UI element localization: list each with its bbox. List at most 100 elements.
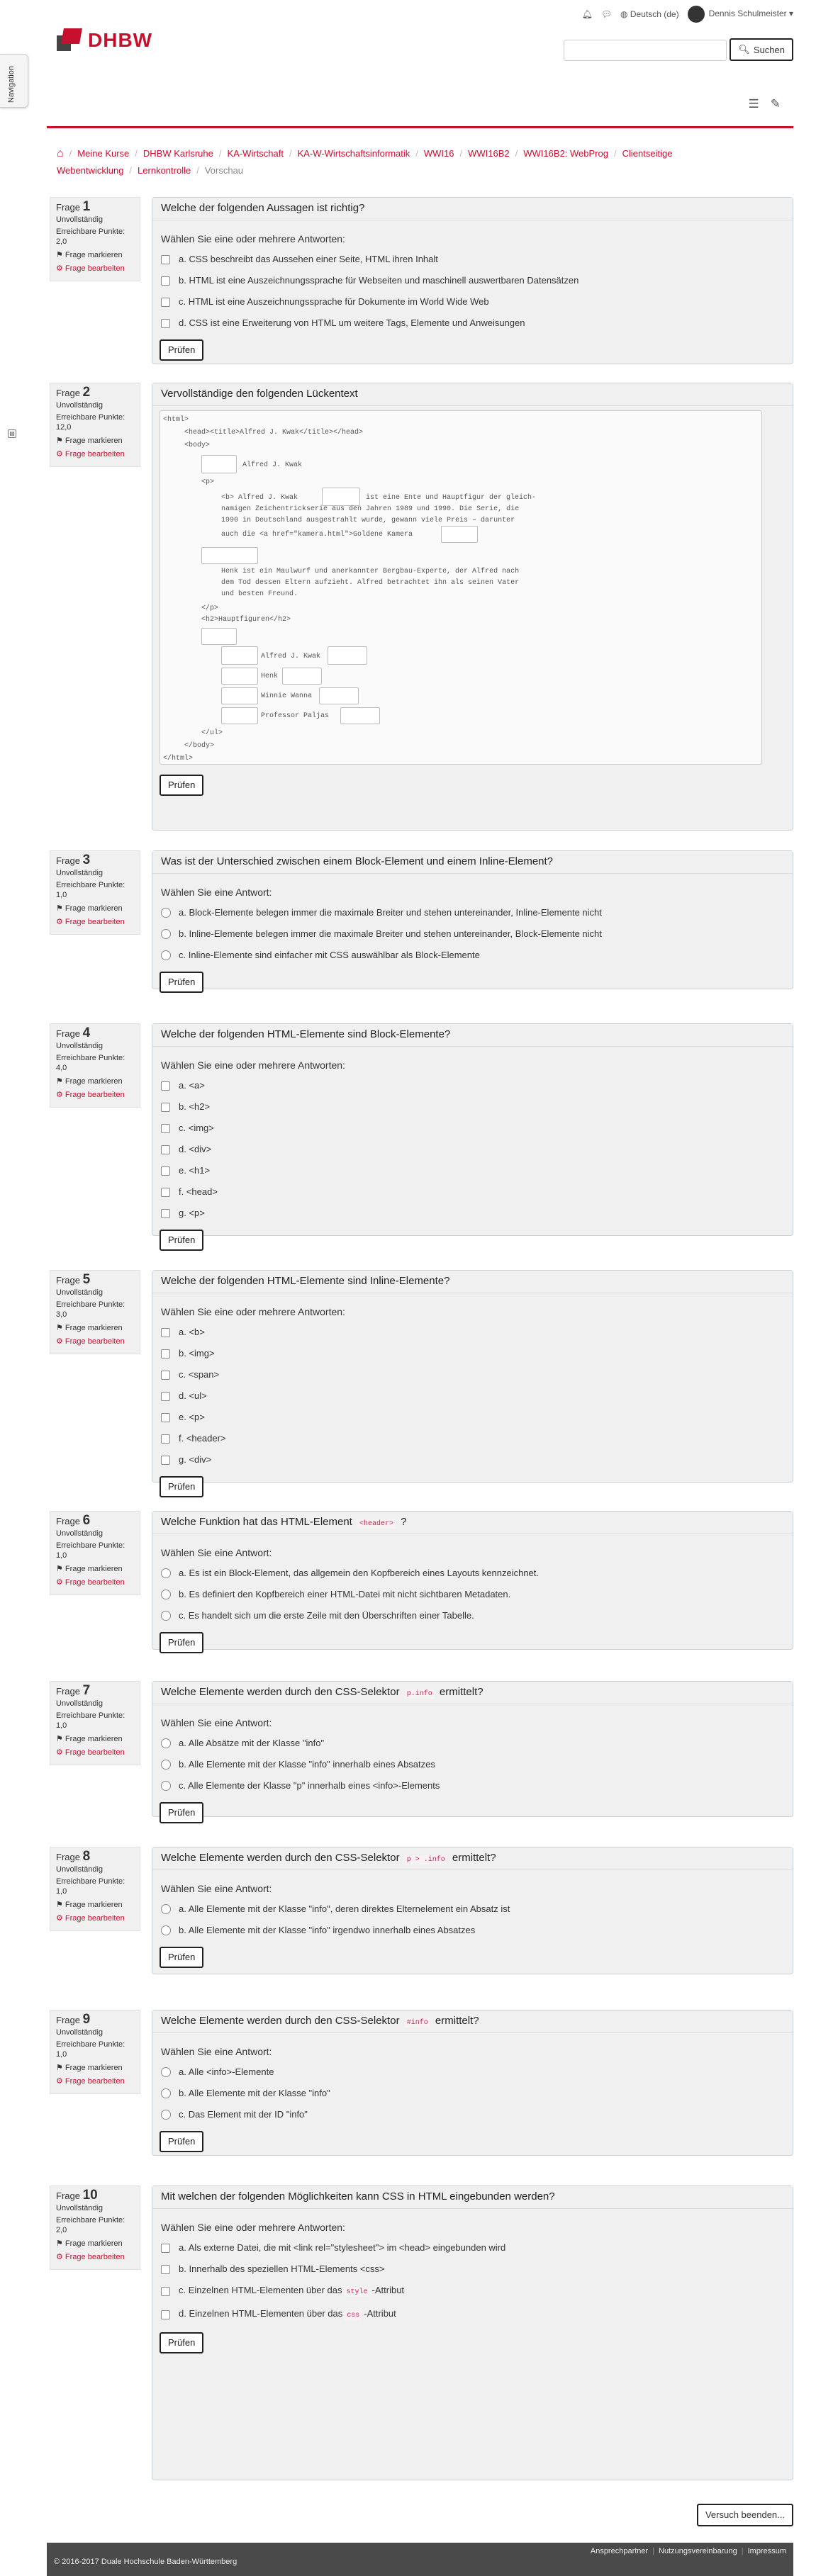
checkbox[interactable] [161,297,170,307]
answer-option[interactable]: a. <b> [160,1322,786,1343]
radio-button[interactable] [161,908,171,918]
flag-question-link[interactable]: ⚑ Frage markieren [56,1900,134,1910]
flag-question-link[interactable]: ⚑ Frage markieren [56,2239,134,2249]
home-icon[interactable]: ⌂ [57,147,64,159]
search-button[interactable]: 🔍︎ Suchen [730,38,793,61]
edit-question-link[interactable]: ⚙ Frage bearbeiten [56,264,134,274]
cloze-input[interactable] [322,488,360,506]
checkbox[interactable] [161,1187,170,1197]
checkbox[interactable] [161,1166,170,1176]
checkbox[interactable] [161,2287,170,2296]
radio-button[interactable] [161,950,171,960]
check-button[interactable]: Prüfen [160,775,204,796]
radio-button[interactable] [161,2110,171,2120]
answer-option[interactable]: b. HTML ist eine Auszeichnungssprache fü… [160,270,786,291]
cloze-input[interactable] [201,547,258,564]
answer-option[interactable]: c. <img> [160,1118,786,1139]
checkbox[interactable] [161,254,170,264]
radio-button[interactable] [161,1904,171,1914]
answer-option[interactable]: c. Inline-Elemente sind einfacher mit CS… [160,945,786,966]
answer-option[interactable]: g. <div> [160,1449,786,1470]
answer-option[interactable]: a. Alle Elemente mit der Klasse "info", … [160,1899,786,1920]
cloze-input[interactable] [319,687,359,704]
radio-button[interactable] [161,2067,171,2077]
edit-question-link[interactable]: ⚙ Frage bearbeiten [56,1090,134,1100]
answer-option[interactable]: a. Alle <info>-Elemente [160,2062,786,2083]
answer-option[interactable]: c. Es handelt sich um die erste Zeile mi… [160,1605,786,1626]
answer-option[interactable]: d. <div> [160,1139,786,1160]
answer-option[interactable]: a. CSS beschreibt das Aussehen einer Sei… [160,249,786,270]
cloze-input[interactable] [201,455,237,473]
cloze-input[interactable] [201,628,237,645]
answer-option[interactable]: e. <h1> [160,1160,786,1181]
radio-button[interactable] [161,1590,171,1599]
flag-question-link[interactable]: ⚑ Frage markieren [56,1564,134,1574]
cloze-input[interactable] [221,646,258,665]
flag-question-link[interactable]: ⚑ Frage markieren [56,1076,134,1086]
answer-option[interactable]: b. Innerhalb des speziellen HTML-Element… [160,2259,786,2280]
breadcrumb-item[interactable]: DHBW Karlsruhe [143,148,213,159]
radio-button[interactable] [161,929,171,939]
checkbox[interactable] [161,1455,170,1465]
check-button[interactable]: Prüfen [160,1947,204,1968]
check-button[interactable]: Prüfen [160,2332,204,2353]
answer-option[interactable]: d. Einzelnen HTML-Elementen über das css -… [160,2303,786,2327]
dhbw-logo[interactable]: DHBW [57,28,152,52]
checkbox[interactable] [161,1370,170,1380]
answer-option[interactable]: c. Das Element mit der ID "info" [160,2104,786,2125]
checkbox[interactable] [161,2264,170,2274]
flag-question-link[interactable]: ⚑ Frage markieren [56,1734,134,1744]
radio-button[interactable] [161,1760,171,1770]
answer-option[interactable]: d. CSS ist eine Erweiterung von HTML um … [160,313,786,334]
checkbox[interactable] [161,1081,170,1091]
edit-question-link[interactable]: ⚙ Frage bearbeiten [56,1748,134,1757]
cloze-input[interactable] [221,668,258,685]
answer-option[interactable]: b. Alle Elemente mit der Klasse "info" [160,2083,786,2104]
radio-button[interactable] [161,1925,171,1935]
checkbox[interactable] [161,318,170,328]
bell-icon[interactable]: 🔔︎ [582,9,593,19]
edit-question-link[interactable]: ⚙ Frage bearbeiten [56,1337,134,1346]
edit-question-link[interactable]: ⚙ Frage bearbeiten [56,2252,134,2262]
answer-option[interactable]: f. <head> [160,1181,786,1203]
radio-button[interactable] [161,1781,171,1791]
flag-question-link[interactable]: ⚑ Frage markieren [56,904,134,913]
checkbox[interactable] [161,1391,170,1401]
edit-question-link[interactable]: ⚙ Frage bearbeiten [56,917,134,927]
checkbox[interactable] [161,1349,170,1359]
breadcrumb-item[interactable]: WWI16B2: WebProg [523,148,608,159]
checkbox[interactable] [161,2243,170,2253]
answer-option[interactable]: c. HTML ist eine Auszeichnungssprache fü… [160,291,786,313]
flag-question-link[interactable]: ⚑ Frage markieren [56,250,134,260]
language-menu[interactable]: ◍ Deutsch (de) [620,9,679,19]
answer-option[interactable]: g. <p> [160,1203,786,1224]
quiz-navigation-icon[interactable]: ▤ [8,429,16,438]
answer-option[interactable]: d. <ul> [160,1385,786,1407]
answer-option[interactable]: b. Inline-Elemente belegen immer die max… [160,923,786,945]
answer-option[interactable]: c. <span> [160,1364,786,1385]
check-button[interactable]: Prüfen [160,1632,204,1653]
answer-option[interactable]: a. Alle Absätze mit der Klasse "info" [160,1733,786,1754]
edit-question-link[interactable]: ⚙ Frage bearbeiten [56,1913,134,1923]
checkbox[interactable] [161,1412,170,1422]
settings-icon[interactable]: ✎ [771,97,781,111]
answer-option[interactable]: b. Alle Elemente mit der Klasse "info" i… [160,1920,786,1941]
edit-question-link[interactable]: ⚙ Frage bearbeiten [56,449,134,459]
footer-link[interactable]: Impressum [748,2547,786,2555]
check-button[interactable]: Prüfen [160,1230,204,1251]
breadcrumb-item[interactable]: Meine Kurse [77,148,129,159]
check-button[interactable]: Prüfen [160,339,204,361]
answer-option[interactable]: b. <img> [160,1343,786,1364]
flag-question-link[interactable]: ⚑ Frage markieren [56,1323,134,1333]
breadcrumb-item[interactable]: WWI16 [424,148,454,159]
navigation-drawer-toggle[interactable]: Navigation [0,54,28,108]
answer-option[interactable]: b. <h2> [160,1096,786,1118]
breadcrumb-item[interactable]: Lernkontrolle [138,165,191,176]
checkbox[interactable] [161,276,170,286]
answer-option[interactable]: c. Einzelnen HTML-Elementen über das styl… [160,2280,786,2303]
footer-link[interactable]: Nutzungsvereinbarung [659,2547,737,2555]
answer-option[interactable]: a. <a> [160,1075,786,1096]
answer-option[interactable]: a. Block-Elemente belegen immer die maxi… [160,902,786,923]
answer-option[interactable]: c. Alle Elemente der Klasse "p" innerhal… [160,1775,786,1796]
cloze-input[interactable] [221,707,258,724]
